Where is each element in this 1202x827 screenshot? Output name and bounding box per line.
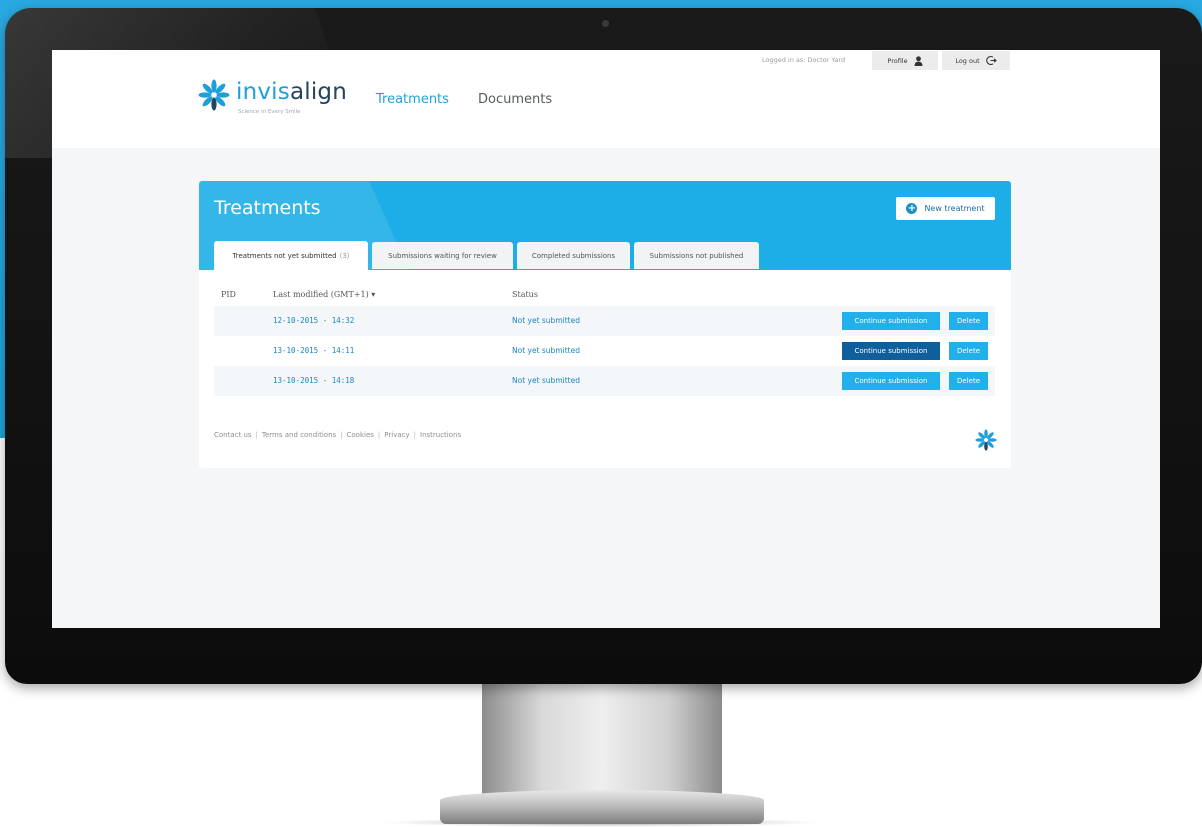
new-treatment-button[interactable]: + New treatment	[896, 197, 995, 220]
row-date: 12-10-2015 - 14:32	[273, 316, 355, 325]
footer-separator: |	[413, 431, 416, 439]
new-treatment-label: New treatment	[924, 204, 985, 213]
tab-waiting-for-review[interactable]: Submissions waiting for review	[372, 242, 513, 269]
plus-circle-icon: +	[906, 203, 918, 214]
brand-name-part1: invis	[236, 79, 290, 105]
nav-treatments[interactable]: Treatments	[376, 92, 449, 107]
footer-link-cookies[interactable]: Cookies	[347, 431, 374, 439]
row-status: Not yet submitted	[512, 316, 580, 325]
table-row: 12-10-2015 - 14:32 Not yet submitted Con…	[214, 306, 995, 336]
delete-button[interactable]: Delete	[949, 372, 988, 390]
logout-label: Log out	[955, 56, 980, 65]
invisalign-star-icon	[975, 429, 997, 451]
brand-name-part2: align	[289, 79, 348, 105]
footer-link-instructions[interactable]: Instructions	[420, 431, 461, 439]
monitor-stand-neck	[482, 684, 722, 794]
brand-logo[interactable]: invisalign	[236, 79, 347, 105]
footer-separator: |	[377, 431, 381, 439]
delete-button[interactable]: Delete	[949, 342, 988, 360]
table-row: 13-10-2015 - 14:18 Not yet submitted Con…	[214, 366, 995, 396]
row-date: 13-10-2015 - 14:11	[273, 346, 355, 355]
row-date: 13-10-2015 - 14:18	[273, 376, 355, 385]
row-status: Not yet submitted	[512, 346, 580, 355]
tab-label: Submissions waiting for review	[388, 251, 497, 260]
screen: invisalign Science in Every Smile Treatm…	[52, 50, 1160, 628]
tab-label: Treatments not yet submitted	[232, 251, 337, 260]
invisalign-star-icon	[198, 79, 230, 111]
camera-icon	[602, 20, 609, 27]
tab-label: Completed submissions	[531, 251, 616, 260]
profile-label: Profile	[887, 56, 908, 65]
logout-button[interactable]: Log out	[942, 51, 1010, 70]
footer-link-contact[interactable]: Contact us	[214, 431, 252, 439]
tab-completed[interactable]: Completed submissions	[517, 242, 630, 269]
brand-tagline: Science in Every Smile	[238, 109, 301, 115]
table-row: 13-10-2015 - 14:11 Not yet submitted Con…	[214, 336, 995, 366]
tab-count: (3)	[339, 251, 350, 260]
nav-documents[interactable]: Documents	[478, 92, 552, 107]
logout-icon	[985, 56, 997, 65]
column-status[interactable]: Status	[512, 290, 538, 299]
tab-not-published[interactable]: Submissions not published	[634, 242, 759, 269]
footer-link-privacy[interactable]: Privacy	[384, 431, 409, 439]
monitor-stand-base	[440, 790, 764, 824]
treatments-panel: Treatments + New treatment Treatments no…	[199, 181, 1011, 468]
row-status: Not yet submitted	[512, 376, 580, 385]
continue-submission-button[interactable]: Continue submission	[842, 372, 940, 390]
column-pid[interactable]: PID	[221, 290, 236, 299]
tab-not-yet-submitted[interactable]: Treatments not yet submitted (3)	[214, 241, 368, 270]
footer-separator: |	[255, 431, 258, 439]
column-last-modified[interactable]: Last modified (GMT+1) ▾	[273, 290, 375, 299]
profile-button[interactable]: Profile	[872, 51, 938, 70]
tab-label: Submissions not published	[649, 251, 744, 260]
footer-link-terms[interactable]: Terms and conditions	[262, 431, 336, 439]
continue-submission-button[interactable]: Continue submission	[842, 342, 940, 360]
continue-submission-button[interactable]: Continue submission	[842, 312, 940, 330]
logged-in-text: Logged in as: Doctor Yard	[762, 56, 846, 64]
delete-button[interactable]: Delete	[949, 312, 988, 330]
panel-title: Treatments	[214, 197, 321, 219]
footer-links: Contact us | Terms and conditions | Cookies |…	[214, 431, 461, 439]
footer-separator: |	[340, 431, 343, 439]
user-icon	[914, 55, 923, 66]
